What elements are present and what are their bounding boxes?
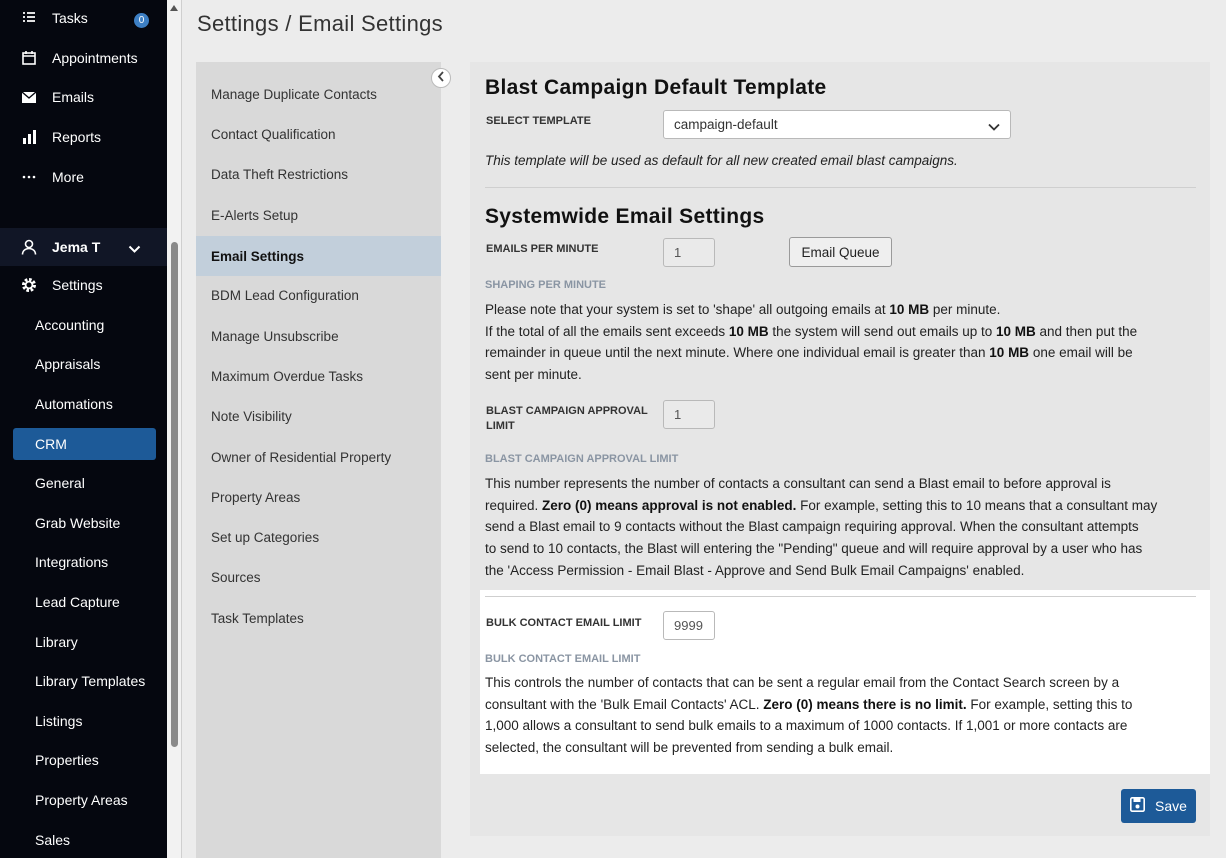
template-select[interactable]: campaign-default <box>663 110 1011 139</box>
user-icon <box>20 238 38 256</box>
chevron-down-icon <box>128 241 141 257</box>
tasks-icon <box>20 9 38 27</box>
settings-sub-library-templates[interactable]: Library Templates <box>0 665 167 697</box>
settings-item-property-areas[interactable]: Property Areas <box>196 477 441 517</box>
emails-per-minute-label: EMAILS PER MINUTE <box>486 243 599 255</box>
nav-scrollbar[interactable] <box>167 0 182 858</box>
blast-approval-sublabel: BLAST CAMPAIGN APPROVAL LIMIT <box>485 453 679 465</box>
emails-per-minute-input[interactable]: 1 <box>663 238 715 267</box>
template-note: This template will be used as default fo… <box>485 153 958 168</box>
nav-item-more[interactable]: More <box>0 162 167 192</box>
tasks-count-badge: 0 <box>134 13 149 28</box>
settings-item-manage-unsubscribe[interactable]: Manage Unsubscribe <box>196 316 441 356</box>
page-title: Settings / Email Settings <box>197 11 443 36</box>
settings-item-sources[interactable]: Sources <box>196 557 441 597</box>
email-queue-button[interactable]: Email Queue <box>789 237 892 267</box>
settings-list: Manage Duplicate Contacts Contact Qualif… <box>196 62 441 858</box>
scrollbar-thumb[interactable] <box>171 242 178 747</box>
settings-sub-grab-website[interactable]: Grab Website <box>0 507 167 539</box>
settings-item-manage-duplicate-contacts[interactable]: Manage Duplicate Contacts <box>196 74 441 114</box>
settings-sub-crm[interactable]: CRM <box>13 428 156 460</box>
nav-label: Appointments <box>52 50 138 66</box>
settings-item-owner-of-residential-property[interactable]: Owner of Residential Property <box>196 437 441 477</box>
settings-sub-integrations[interactable]: Integrations <box>0 546 167 578</box>
nav-item-appointments[interactable]: Appointments <box>0 43 167 73</box>
nav-label: More <box>52 169 84 185</box>
settings-sub-listings[interactable]: Listings <box>0 705 167 737</box>
left-navigation: Tasks 0 Appointments Emails Reports More… <box>0 0 167 858</box>
shaping-description: Please note that your system is set to '… <box>485 302 1138 383</box>
bar-chart-icon <box>20 128 38 146</box>
settings-sub-property-areas[interactable]: Property Areas <box>0 784 167 816</box>
blast-template-heading: Blast Campaign Default Template <box>485 76 827 99</box>
settings-sub-lead-capture[interactable]: Lead Capture <box>0 586 167 618</box>
chevron-down-icon <box>988 119 1000 134</box>
settings-item-e-alerts-setup[interactable]: E-Alerts Setup <box>196 195 441 235</box>
shaping-per-minute-label: SHAPING PER MINUTE <box>485 279 607 291</box>
save-button-label: Save <box>1155 798 1187 814</box>
settings-item-bdm-lead-configuration[interactable]: BDM Lead Configuration <box>196 275 441 315</box>
blast-approval-description: This number represents the number of con… <box>485 476 1158 578</box>
section-divider <box>485 187 1196 188</box>
user-name: Jema T <box>52 239 101 255</box>
settings-sub-appraisals[interactable]: Appraisals <box>0 348 167 380</box>
bulk-contact-sublabel: BULK CONTACT EMAIL LIMIT <box>485 653 641 665</box>
chevron-left-icon <box>437 69 445 87</box>
nav-item-reports[interactable]: Reports <box>0 122 167 152</box>
settings-item-contact-qualification[interactable]: Contact Qualification <box>196 114 441 154</box>
settings-item-task-templates[interactable]: Task Templates <box>196 598 441 638</box>
template-select-value: campaign-default <box>674 117 778 132</box>
ellipsis-icon <box>20 168 38 186</box>
nav-label: Emails <box>52 89 95 105</box>
nav-label: Settings <box>52 277 103 293</box>
settings-item-note-visibility[interactable]: Note Visibility <box>196 396 441 436</box>
nav-item-tasks[interactable]: Tasks 0 <box>0 3 167 33</box>
collapse-list-button[interactable] <box>431 68 451 88</box>
settings-sub-properties[interactable]: Properties <box>0 744 167 776</box>
calendar-icon <box>20 49 38 67</box>
envelope-icon <box>20 88 38 106</box>
settings-item-email-settings[interactable]: Email Settings <box>196 236 441 276</box>
user-menu[interactable]: Jema T <box>0 232 167 262</box>
save-button[interactable]: Save <box>1121 789 1196 823</box>
systemwide-heading: Systemwide Email Settings <box>485 205 765 228</box>
blast-approval-limit-input[interactable]: 1 <box>663 400 715 429</box>
nav-label: Tasks <box>52 10 88 26</box>
bulk-contact-description: This controls the number of contacts tha… <box>485 675 1133 756</box>
settings-item-data-theft-restrictions[interactable]: Data Theft Restrictions <box>196 154 441 194</box>
gear-icon <box>20 276 38 294</box>
bulk-contact-limit-label: BULK CONTACT EMAIL LIMIT <box>486 617 642 629</box>
section-divider <box>485 596 1196 597</box>
select-template-label: SELECT TEMPLATE <box>486 115 591 127</box>
settings-item-maximum-overdue-tasks[interactable]: Maximum Overdue Tasks <box>196 356 441 396</box>
settings-sub-accounting[interactable]: Accounting <box>0 309 167 341</box>
nav-item-settings[interactable]: Settings <box>0 270 167 300</box>
nav-item-emails[interactable]: Emails <box>0 82 167 112</box>
settings-sub-sales[interactable]: Sales <box>0 824 167 856</box>
blast-approval-limit-label: BLAST CAMPAIGN APPROVAL LIMIT <box>486 405 648 432</box>
settings-sub-library[interactable]: Library <box>0 626 167 658</box>
settings-sub-general[interactable]: General <box>0 467 167 499</box>
bulk-contact-limit-input[interactable]: 9999 <box>663 611 715 640</box>
settings-item-set-up-categories[interactable]: Set up Categories <box>196 517 441 557</box>
settings-sub-automations[interactable]: Automations <box>0 388 167 420</box>
floppy-disk-icon <box>1130 797 1146 815</box>
nav-label: Reports <box>52 129 102 145</box>
scroll-up-arrow-icon[interactable] <box>170 5 178 11</box>
